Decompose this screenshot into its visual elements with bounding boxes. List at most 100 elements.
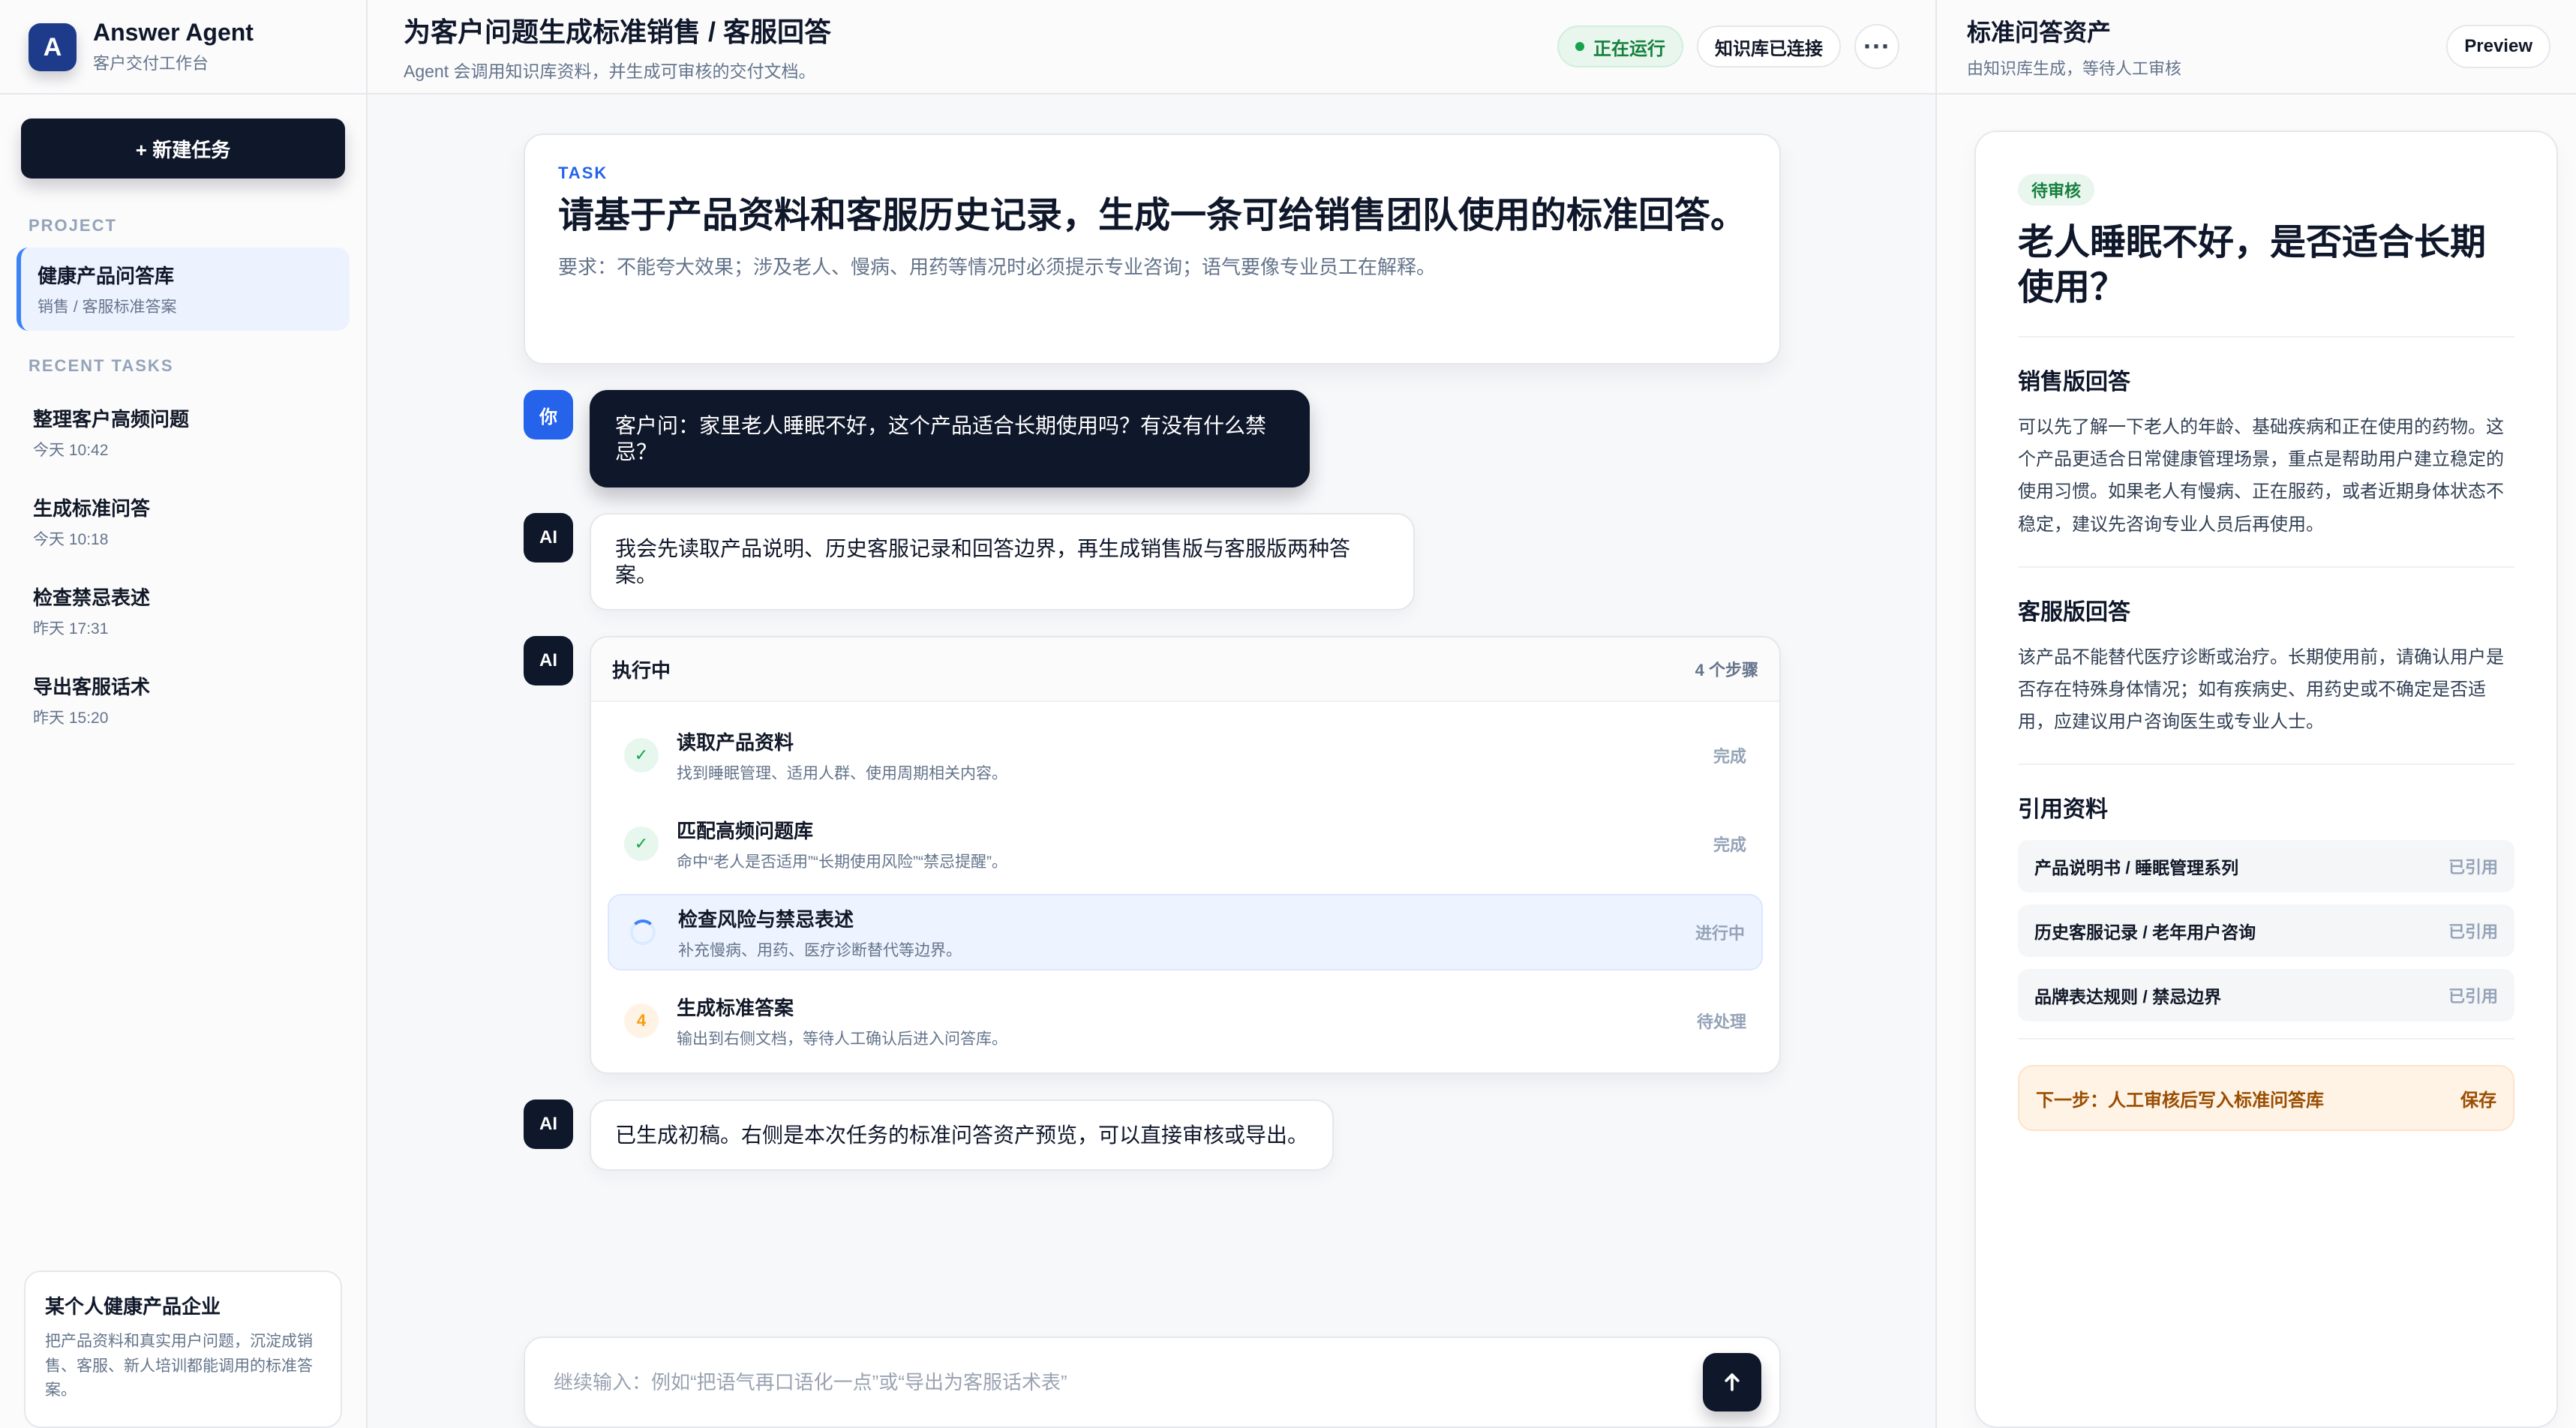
main-topbar: 为客户问题生成标准销售 / 客服回答 Agent 会调用知识库资料，并生成可审核… xyxy=(368,0,1935,94)
reference-name: 历史客服记录 / 老年用户咨询 xyxy=(2034,922,2256,943)
step-subtitle: 命中“老人是否适用”“长期使用风险”“禁忌提醒”。 xyxy=(677,853,1007,871)
main-panel: 为客户问题生成标准销售 / 客服回答 Agent 会调用知识库资料，并生成可审核… xyxy=(368,0,1935,1428)
divider xyxy=(2018,566,2514,568)
left-sidebar: A Answer Agent 客户交付工作台 + 新建任务 PROJECT 健康… xyxy=(0,0,368,1428)
right-panel-subtitle: 由知识库生成，等待人工审核 xyxy=(1967,59,2182,78)
step-title: 匹配高频问题库 xyxy=(677,819,814,842)
user-message-text: 客户问：家里老人睡眠不好，这个产品适合长期使用吗？有没有什么禁忌？ xyxy=(615,414,1267,464)
app-shell: A Answer Agent 客户交付工作台 + 新建任务 PROJECT 健康… xyxy=(0,0,2576,1428)
references-list: 产品说明书 / 睡眠管理系列 已引用 历史客服记录 / 老年用户咨询 已引用 品… xyxy=(2018,840,2514,1022)
recent-task-item[interactable]: 整理客户高频问题 今天 10:42 xyxy=(0,388,366,477)
reference-name: 品牌表达规则 / 禁忌边界 xyxy=(2034,987,2222,1007)
composer xyxy=(524,1336,1781,1428)
status-running-pill: 正在运行 xyxy=(1557,26,1683,68)
task-title: 请基于产品资料和客服历史记录，生成一条可给销售团队使用的标准回答。 xyxy=(558,196,1747,236)
kb-connected-pill[interactable]: 知识库已连接 xyxy=(1697,26,1841,68)
step-left: ✓ 匹配高频问题库 命中“老人是否适用”“长期使用风险”“禁忌提醒”。 xyxy=(624,816,1007,872)
step-item: ✓ 读取产品资料 找到睡眠管理、适用人群、使用周期相关内容。 完成 xyxy=(608,717,1763,794)
kb-connected-label: 知识库已连接 xyxy=(1715,38,1823,59)
new-task-button[interactable]: + 新建任务 xyxy=(21,118,345,178)
send-button[interactable] xyxy=(1703,1353,1761,1412)
main-header-text: 为客户问题生成标准销售 / 客服回答 Agent 会调用知识库资料，并生成可审核… xyxy=(404,10,831,82)
step-item: ✓ 匹配高频问题库 命中“老人是否适用”“长期使用风险”“禁忌提醒”。 完成 xyxy=(608,806,1763,882)
ai-avatar: AI xyxy=(524,636,573,686)
reference-state: 已引用 xyxy=(2448,987,2498,1006)
steps-list: ✓ 读取产品资料 找到睡眠管理、适用人群、使用周期相关内容。 完成 ✓ 匹配高频… xyxy=(591,702,1779,1072)
project-subtitle: 销售 / 客服标准答案 xyxy=(38,298,177,316)
page-subtitle: Agent 会调用知识库资料，并生成可审核的交付文档。 xyxy=(404,62,816,81)
reference-state: 已引用 xyxy=(2448,858,2498,878)
task-requirements: 要求：不能夸大效果；涉及老人、慢病、用药等情况时必须提示专业咨询；语气要像专业员… xyxy=(558,256,1437,278)
right-panel-title-block: 标准问答资产 由知识库生成，等待人工审核 xyxy=(1967,14,2181,80)
ai-message-text: 我会先读取产品说明、历史客服记录和回答边界，再生成销售版与客服版两种答案。 xyxy=(615,537,1351,586)
step-title: 生成标准答案 xyxy=(677,996,794,1019)
chat-column: TASK 请基于产品资料和客服历史记录，生成一条可给销售团队使用的标准回答。 要… xyxy=(524,134,1781,1171)
recent-task-title: 导出客服话术 xyxy=(33,676,151,698)
recent-task-time: 昨天 17:31 xyxy=(33,620,109,638)
step-subtitle: 输出到右侧文档，等待人工确认后进入问答库。 xyxy=(677,1030,1007,1048)
recent-task-title: 整理客户高频问题 xyxy=(33,408,190,430)
preview-label: Preview xyxy=(2464,36,2532,56)
right-panel-title: 标准问答资产 xyxy=(1967,19,2112,46)
reference-item[interactable]: 产品说明书 / 睡眠管理系列 已引用 xyxy=(2018,840,2514,893)
preview-button[interactable]: Preview xyxy=(2446,25,2550,68)
project-section-title: PROJECT xyxy=(29,216,117,235)
check-icon: ✓ xyxy=(624,738,659,772)
project-item-health-qa[interactable]: 健康产品问答库 销售 / 客服标准答案 xyxy=(17,248,350,331)
sales-answer-text: 可以先了解一下老人的年龄、基础疾病和正在使用的药物。这个产品更适合日常健康管理场… xyxy=(2018,417,2504,535)
message-row-ai: AI 我会先读取产品说明、历史客服记录和回答边界，再生成销售版与客服版两种答案。 xyxy=(524,513,1781,610)
execution-steps-card: 执行中 4 个步骤 ✓ 读取产品资料 找到睡眠管理、适用人群、使用周期相关内容。 xyxy=(590,636,1781,1074)
app-subtitle: 客户交付工作台 xyxy=(93,53,209,73)
app-name: Answer Agent xyxy=(93,19,254,46)
message-row-ai: AI 已生成初稿。右侧是本次任务的标准问答资产预览，可以直接审核或导出。 xyxy=(524,1100,1781,1171)
asset-preview-card: 待审核 老人睡眠不好，是否适合长期使用？ 销售版回答 可以先了解一下老人的年龄、… xyxy=(1974,130,2558,1428)
step-left: 4 生成标准答案 输出到右侧文档，等待人工确认后进入问答库。 xyxy=(624,993,1007,1049)
save-button[interactable]: 保存 xyxy=(2460,1085,2496,1112)
company-title: 某个人健康产品企业 xyxy=(45,1295,221,1318)
steps-header: 执行中 4 个步骤 xyxy=(591,638,1779,702)
chat-content: TASK 请基于产品资料和客服历史记录，生成一条可给销售团队使用的标准回答。 要… xyxy=(368,94,1935,1428)
company-card: 某个人健康产品企业 把产品资料和真实用户问题，沉淀成销售、客服、新人培训都能调用… xyxy=(24,1270,342,1428)
ai-message-text: 已生成初稿。右侧是本次任务的标准问答资产预览，可以直接审核或导出。 xyxy=(615,1124,1309,1147)
recent-task-time: 昨天 15:20 xyxy=(33,710,109,727)
recent-task-title: 生成标准问答 xyxy=(33,497,151,520)
reference-name: 产品说明书 / 睡眠管理系列 xyxy=(2034,858,2239,878)
recent-section-title: RECENT TASKS xyxy=(29,356,174,375)
user-message-bubble: 客户问：家里老人睡眠不好，这个产品适合长期使用吗？有没有什么禁忌？ xyxy=(590,390,1310,488)
next-step-text: 下一步：人工审核后写入标准问答库 xyxy=(2036,1090,2324,1111)
ai-avatar: AI xyxy=(524,1100,573,1149)
step-subtitle: 找到睡眠管理、适用人群、使用周期相关内容。 xyxy=(677,764,1007,782)
step-title: 检查风险与禁忌表述 xyxy=(678,908,854,931)
more-options-button[interactable]: ··· xyxy=(1854,24,1899,69)
ai-avatar: AI xyxy=(524,513,573,562)
status-running-label: 正在运行 xyxy=(1593,38,1665,59)
topbar-actions: 正在运行 知识库已连接 ··· xyxy=(1557,24,1899,69)
spinner-icon xyxy=(626,915,660,950)
recent-task-item[interactable]: 检查禁忌表述 昨天 17:31 xyxy=(0,566,366,656)
step-text: 生成标准答案 输出到右侧文档，等待人工确认后进入问答库。 xyxy=(677,993,1007,1049)
divider xyxy=(2018,336,2514,338)
step-status: 待处理 xyxy=(1696,1012,1746,1031)
step-left: ✓ 读取产品资料 找到睡眠管理、适用人群、使用周期相关内容。 xyxy=(624,728,1007,784)
steps-title: 执行中 xyxy=(612,658,671,682)
reference-item[interactable]: 历史客服记录 / 老年用户咨询 已引用 xyxy=(2018,904,2514,958)
recent-task-item[interactable]: 生成标准问答 今天 10:18 xyxy=(0,477,366,566)
check-icon: ✓ xyxy=(624,826,659,861)
company-description: 把产品资料和真实用户问题，沉淀成销售、客服、新人培训都能调用的标准答案。 xyxy=(45,1333,313,1400)
reference-state: 已引用 xyxy=(2448,922,2498,942)
recent-task-time: 今天 10:18 xyxy=(33,531,109,548)
divider xyxy=(2018,764,2514,766)
step-text: 检查风险与禁忌表述 补充慢病、用药、医疗诊断替代等边界。 xyxy=(678,904,962,961)
step-title: 读取产品资料 xyxy=(677,730,794,754)
step-text: 匹配高频问题库 命中“老人是否适用”“长期使用风险”“禁忌提醒”。 xyxy=(677,816,1007,872)
reference-item[interactable]: 品牌表达规则 / 禁忌边界 已引用 xyxy=(2018,969,2514,1022)
next-step-banner: 下一步：人工审核后写入标准问答库 保存 xyxy=(2018,1065,2514,1132)
step-item: 4 生成标准答案 输出到右侧文档，等待人工确认后进入问答库。 待处理 xyxy=(608,982,1763,1059)
page-title: 为客户问题生成标准销售 / 客服回答 xyxy=(404,16,832,47)
composer-input[interactable] xyxy=(552,1370,1647,1395)
step-text: 读取产品资料 找到睡眠管理、适用人群、使用周期相关内容。 xyxy=(677,728,1007,784)
arrow-up-icon xyxy=(1725,1373,1740,1391)
step-item-active: 检查风险与禁忌表述 补充慢病、用药、医疗诊断替代等边界。 进行中 xyxy=(608,894,1763,970)
recent-task-item[interactable]: 导出客服话术 昨天 15:20 xyxy=(0,656,366,745)
recent-task-time: 今天 10:42 xyxy=(33,442,109,459)
